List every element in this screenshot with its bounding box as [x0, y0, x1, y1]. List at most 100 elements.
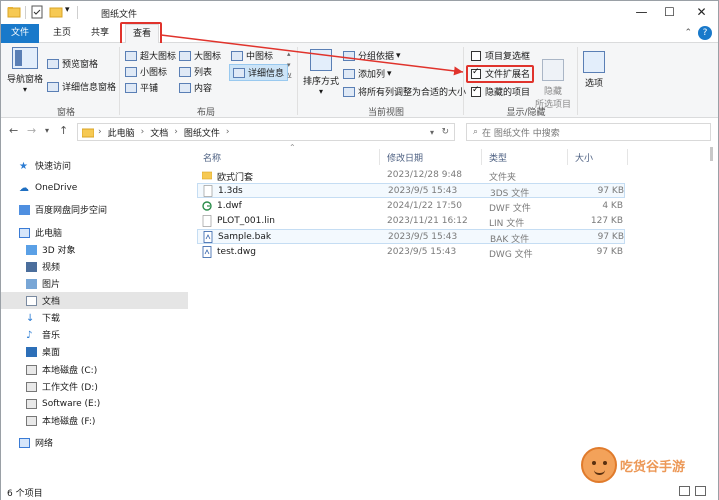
- ribbon-tabs: 文件 主页 共享 查看 ⌃ ?: [1, 24, 718, 44]
- pictures-icon: [26, 278, 37, 289]
- nav-quick-access[interactable]: ★ 快速访问: [1, 157, 188, 174]
- nav-drive-f[interactable]: 本地磁盘 (F:): [1, 412, 188, 429]
- file-list: 名称 ⌃ 修改日期 类型 大小 欧式门套 2023/12/28 9:48 文件夹…: [197, 143, 709, 481]
- hide-selected-icon: [542, 59, 564, 81]
- nav-drive-d[interactable]: 工作文件 (D:): [1, 378, 188, 395]
- layout-large-icons[interactable]: 大图标: [179, 49, 221, 62]
- forward-icon[interactable]: →: [27, 124, 36, 137]
- computer-icon: [19, 227, 30, 238]
- group-by-icon: [343, 50, 355, 61]
- hidden-items-checkbox[interactable]: [471, 85, 481, 97]
- file-row[interactable]: PLOT_001.lin 2023/11/21 16:12 LIN 文件 127…: [197, 214, 625, 229]
- tab-share[interactable]: 共享: [83, 24, 117, 43]
- layout-small-icons[interactable]: 小图标: [125, 65, 167, 78]
- window-title: 图纸文件: [101, 10, 138, 20]
- highlight-view-tab: [120, 22, 162, 45]
- group-by-button[interactable]: 分组依据 ▾: [343, 49, 401, 62]
- back-icon[interactable]: ←: [9, 124, 18, 137]
- content-icon: [179, 82, 191, 93]
- column-header-size[interactable]: 大小: [575, 151, 593, 164]
- column-header-type[interactable]: 类型: [489, 151, 507, 164]
- layout-details[interactable]: 详细信息: [229, 64, 289, 81]
- nav-network[interactable]: 网络: [1, 434, 188, 451]
- add-columns-button[interactable]: 添加列 ▾: [343, 67, 392, 80]
- drive-icon: [26, 415, 37, 426]
- group-label-panes: 窗格: [56, 108, 75, 118]
- mascot-icon: [581, 447, 617, 483]
- search-box[interactable]: ⌕ 在 图纸文件 中搜索: [466, 123, 711, 141]
- layout-tiles[interactable]: 平铺: [125, 81, 158, 94]
- breadcrumb-documents[interactable]: 文档: [150, 126, 168, 139]
- file-row[interactable]: 1.3ds 2023/9/5 15:43 3DS 文件 97 KB: [197, 183, 625, 199]
- options-button[interactable]: 选项: [579, 51, 609, 89]
- watermark-text: 吃货谷手游: [620, 459, 686, 475]
- layout-scroll[interactable]: ▴ ▾ ⊻: [287, 49, 292, 82]
- breadcrumb-drawing-files[interactable]: 图纸文件: [184, 126, 220, 139]
- nav-drive-e[interactable]: Software (E:): [1, 395, 188, 412]
- properties-icon[interactable]: [31, 5, 43, 19]
- preview-pane-button[interactable]: 预览窗格: [47, 57, 98, 70]
- column-header-name[interactable]: 名称: [203, 151, 221, 164]
- details-icon: [233, 67, 245, 78]
- hide-selected-button[interactable]: 隐藏 所选项目: [532, 59, 574, 110]
- document-icon: [26, 295, 37, 306]
- explorer-window: ▾ 图纸文件 — ☐ ✕ 文件 主页 共享 查看 ⌃ ? 导航窗格 ▾ 预览窗格…: [0, 0, 719, 500]
- nav-desktop[interactable]: 桌面: [1, 343, 188, 360]
- nav-documents[interactable]: 文档: [1, 292, 188, 309]
- large-icons-view-icon[interactable]: [695, 486, 706, 496]
- drive-icon: [26, 364, 37, 375]
- nav-pictures[interactable]: 图片: [1, 275, 188, 292]
- file-row[interactable]: 1.dwf 2024/1/22 17:50 DWF 文件 4 KB: [197, 199, 625, 214]
- details-view-icon[interactable]: [679, 486, 690, 496]
- netdisk-icon: [19, 204, 30, 215]
- file-row[interactable]: Sample.bak 2023/9/5 15:43 BAK 文件 97 KB: [197, 229, 625, 245]
- folder-icon: [82, 128, 94, 137]
- layout-list[interactable]: 列表: [179, 65, 212, 78]
- recent-locations-icon[interactable]: ▾: [45, 126, 49, 135]
- help-icon[interactable]: ?: [698, 26, 712, 40]
- file-row[interactable]: 欧式门套 2023/12/28 9:48 文件夹: [197, 168, 625, 183]
- search-placeholder: 在 图纸文件 中搜索: [482, 128, 560, 139]
- nav-drive-c[interactable]: 本地磁盘 (C:): [1, 361, 188, 378]
- tab-file[interactable]: 文件: [1, 24, 39, 43]
- quick-access-dropdown[interactable]: ▾: [65, 5, 70, 15]
- video-icon: [26, 261, 37, 272]
- item-checkboxes-toggle[interactable]: 项目复选框: [471, 49, 530, 62]
- xlarge-icons-icon: [125, 50, 137, 61]
- nav-this-pc[interactable]: 此电脑: [1, 224, 188, 241]
- hidden-items-toggle[interactable]: 隐藏的项目: [471, 85, 530, 98]
- vertical-scrollbar[interactable]: [710, 147, 713, 161]
- column-header-date[interactable]: 修改日期: [387, 151, 423, 164]
- nav-videos[interactable]: 视频: [1, 258, 188, 275]
- nav-pane-button[interactable]: 导航窗格 ▾: [5, 47, 45, 94]
- address-field[interactable]: › 此电脑 › 文档 › 图纸文件 › ▾ ↻: [77, 123, 455, 141]
- breadcrumb-this-pc[interactable]: 此电脑: [108, 126, 135, 139]
- item-checkboxes-checkbox[interactable]: [471, 50, 481, 61]
- details-pane-button[interactable]: 详细信息窗格: [47, 80, 116, 93]
- folder-icon: [202, 171, 212, 180]
- nav-onedrive[interactable]: ☁ OneDrive: [1, 179, 188, 196]
- sort-icon: [310, 49, 332, 71]
- nav-downloads[interactable]: ↓ 下载: [1, 309, 188, 326]
- up-icon[interactable]: ↑: [59, 124, 68, 137]
- highlight-file-extensions: [466, 65, 534, 83]
- collapse-ribbon-icon[interactable]: ⌃: [684, 28, 692, 38]
- size-columns-button[interactable]: 将所有列调整为合适的大小: [343, 85, 466, 98]
- nav-baidu-netdisk[interactable]: 百度网盘同步空间: [1, 201, 188, 218]
- layout-content[interactable]: 内容: [179, 81, 212, 94]
- nav-music[interactable]: ♪ 音乐: [1, 326, 188, 343]
- sort-by-button[interactable]: 排序方式 ▾: [301, 49, 341, 96]
- refresh-icon[interactable]: ↻: [441, 127, 449, 137]
- ribbon-panel: 导航窗格 ▾ 预览窗格 详细信息窗格 窗格 超大图标 大图标 中图标 小图标 列…: [1, 43, 718, 118]
- tab-home[interactable]: 主页: [45, 24, 79, 43]
- group-label-current-view: 当前视图: [367, 108, 404, 118]
- medium-icons-icon: [231, 50, 243, 61]
- layout-medium-icons[interactable]: 中图标: [231, 49, 273, 62]
- cube-icon: [26, 244, 37, 255]
- file-row[interactable]: test.dwg 2023/9/5 15:43 DWG 文件 97 KB: [197, 245, 625, 260]
- address-dropdown-icon[interactable]: ▾: [430, 128, 434, 137]
- close-button[interactable]: ✕: [679, 1, 719, 24]
- layout-xlarge-icons[interactable]: 超大图标: [125, 49, 176, 62]
- new-folder-icon[interactable]: [49, 5, 63, 19]
- nav-3d-objects[interactable]: 3D 对象: [1, 241, 188, 258]
